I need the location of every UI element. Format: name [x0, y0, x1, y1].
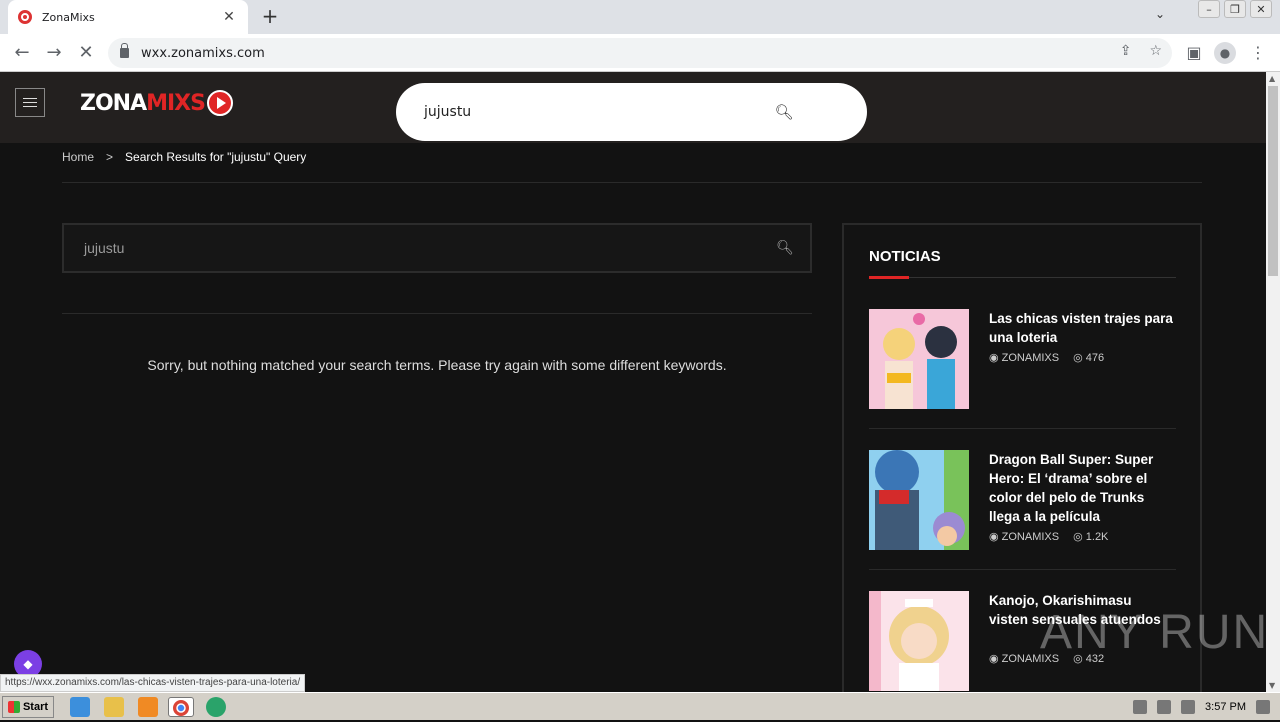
search-icon[interactable]: 🔍︎ [759, 103, 809, 121]
page-scrollbar[interactable]: ▲ ▼ [1266, 72, 1280, 692]
stop-loading-button[interactable]: ✕ [74, 41, 98, 65]
show-desktop-icon[interactable] [1256, 700, 1270, 714]
post-author[interactable]: ZONAMIXS [1002, 352, 1059, 364]
chevron-down-icon[interactable]: ⌄ [1150, 7, 1170, 27]
scroll-up-icon[interactable]: ▲ [1269, 74, 1275, 83]
divider [869, 569, 1176, 570]
post-meta: ◉ ZONAMIXS ◎ 476 [989, 351, 1104, 364]
chrome-icon[interactable] [168, 697, 194, 717]
accent-underline [869, 276, 909, 279]
lock-icon[interactable] [120, 43, 129, 58]
sidebar-title: NOTICIAS [869, 248, 941, 265]
breadcrumb-home-link[interactable]: Home [62, 150, 94, 164]
browser-tab-bar: ZonaMixs ✕ + ⌄ – ❐ ✕ [0, 0, 1280, 34]
restore-button[interactable]: ❐ [1224, 0, 1246, 18]
views-icon: ◎ 1.2K [1073, 531, 1109, 543]
start-button[interactable]: Start [2, 696, 54, 718]
profile-avatar-icon[interactable]: ● [1214, 42, 1236, 64]
side-panel-icon[interactable]: ▣ [1182, 41, 1206, 65]
news-item[interactable]: Dragon Ball Super: Super Hero: El ‘drama… [869, 450, 1176, 570]
tab-title: ZonaMixs [42, 10, 95, 24]
header-search-input[interactable]: jujustu 🔍︎ [396, 83, 867, 141]
window-controls: – ❐ ✕ [1198, 0, 1272, 18]
share-icon[interactable]: ⇪ [1120, 43, 1132, 59]
clock[interactable]: 3:57 PM [1205, 701, 1246, 713]
system-tray: 3:57 PM [1123, 695, 1280, 719]
close-window-button[interactable]: ✕ [1250, 0, 1272, 18]
browser-toolbar: ← → ✕ wxx.zonamixs.com ⇪ ☆ ▣ ● ⋮ [0, 34, 1280, 72]
volume-icon[interactable] [1133, 700, 1148, 714]
post-views: 1.2K [1085, 531, 1109, 543]
status-bar-url: https://wxx.zonamixs.com/las-chicas-vist… [0, 674, 306, 692]
breadcrumb: Home > Search Results for "jujustu" Quer… [62, 150, 306, 164]
browser-tab[interactable]: ZonaMixs ✕ [8, 0, 248, 34]
divider [62, 182, 1202, 183]
author-icon: ◉ ZONAMIXS [989, 531, 1060, 543]
post-thumbnail[interactable] [869, 450, 969, 550]
network-icon[interactable] [1157, 700, 1172, 714]
more-menu-icon[interactable]: ⋮ [1246, 41, 1270, 65]
divider [869, 428, 1176, 429]
menu-icon[interactable] [15, 88, 45, 117]
anyrun-watermark: ANY RUN [1040, 606, 1270, 659]
file-explorer-icon[interactable] [104, 697, 124, 717]
internet-explorer-icon[interactable] [70, 697, 90, 717]
divider [869, 277, 1176, 278]
post-thumbnail[interactable] [869, 591, 969, 691]
windows-logo-icon [7, 701, 20, 713]
bookmark-star-icon[interactable]: ☆ [1149, 43, 1162, 59]
scroll-down-icon[interactable]: ▼ [1269, 681, 1275, 690]
media-player-icon[interactable] [138, 697, 158, 717]
post-author[interactable]: ZONAMIXS [1002, 531, 1059, 543]
divider [62, 313, 812, 314]
post-views: 476 [1085, 352, 1105, 364]
back-button[interactable]: ← [10, 41, 34, 65]
no-results-message: Sorry, but nothing matched your search t… [147, 357, 727, 373]
play-icon [206, 90, 233, 116]
post-title-link[interactable]: Las chicas visten trajes para una loteri… [989, 309, 1174, 347]
views-icon: ◎ 476 [1073, 352, 1105, 364]
search-input[interactable]: jujustu 🔍︎ [62, 223, 812, 273]
author-icon: ◉ ZONAMIXS [989, 352, 1060, 364]
forward-button[interactable]: → [42, 41, 66, 65]
breadcrumb-separator: > [106, 150, 114, 164]
url-text: wxx.zonamixs.com [141, 45, 265, 61]
edge-icon[interactable] [206, 697, 226, 717]
new-tab-button[interactable]: + [258, 5, 282, 29]
post-meta: ◉ ZONAMIXS ◎ 1.2K [989, 530, 1108, 543]
windows-taskbar: Start 3:57 PM [0, 692, 1280, 720]
scrollbar-thumb[interactable] [1268, 86, 1278, 276]
breadcrumb-current: Search Results for "jujustu" Query [125, 150, 307, 164]
address-bar[interactable]: wxx.zonamixs.com ⇪ ☆ [108, 38, 1172, 68]
close-tab-icon[interactable]: ✕ [220, 9, 238, 25]
site-logo[interactable]: ZONA MIXS [80, 88, 233, 118]
flag-icon[interactable] [1181, 700, 1196, 714]
minimize-button[interactable]: – [1198, 0, 1220, 18]
post-title-link[interactable]: Dragon Ball Super: Super Hero: El ‘drama… [989, 450, 1174, 526]
news-item[interactable]: Las chicas visten trajes para una loteri… [869, 309, 1176, 429]
search-icon[interactable]: 🔍︎ [760, 240, 810, 256]
site-header: ZONA MIXS jujustu 🔍︎ [0, 72, 1266, 143]
site-favicon-icon [18, 10, 32, 24]
post-thumbnail[interactable] [869, 309, 969, 409]
